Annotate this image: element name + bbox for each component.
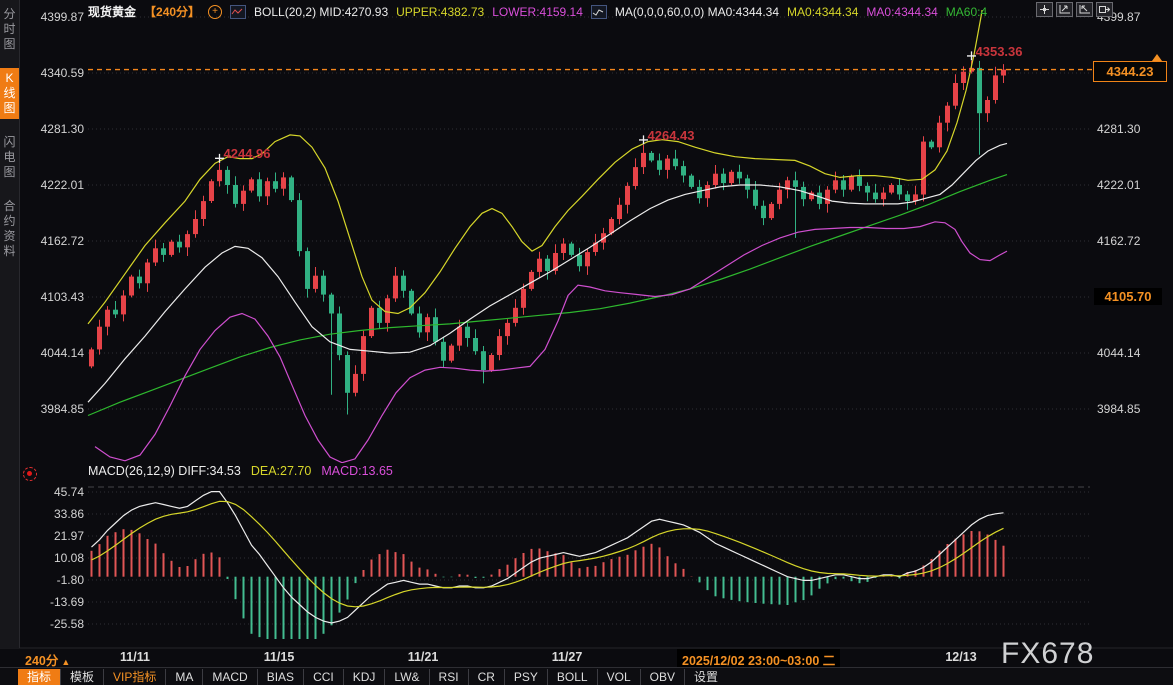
x-axis-date: 11/15: [244, 650, 314, 664]
legend-segment: LOWER:4159.14: [492, 5, 583, 19]
toolbar-button-MA[interactable]: MA: [165, 669, 202, 685]
axis-tick: 4281.30: [18, 121, 84, 137]
axis-tick: -1.80: [18, 572, 84, 588]
x-axis-date: 11/27: [532, 650, 602, 664]
circle-plus-icon[interactable]: +: [208, 5, 222, 19]
legend-segment: UPPER:4382.73: [396, 5, 484, 19]
x-axis-date: 11/11: [100, 650, 170, 664]
legend-segment: MA0:4344.34: [866, 5, 937, 19]
sidebar-item-闪电图[interactable]: 闪电图: [0, 132, 19, 183]
axis-tick: 21.97: [18, 528, 84, 544]
axis-tick: 3984.85: [1097, 401, 1169, 417]
current-price-tag: 4344.23: [1093, 61, 1167, 82]
interval-badge: 【240分】: [144, 3, 200, 20]
sidebar-item-K线图[interactable]: K线图: [0, 68, 19, 119]
chevron-up-icon: ▲: [61, 657, 70, 667]
axis-tick: 4340.59: [18, 65, 84, 81]
axis-tick: 45.74: [18, 484, 84, 500]
watermark: FX678: [1001, 637, 1094, 671]
x-axis-date: 12/13: [926, 650, 996, 664]
legend-segment: MA(0,0,0,60,0,0) MA0:4344.34: [615, 5, 779, 19]
toolbar-button-KDJ[interactable]: KDJ: [343, 669, 385, 685]
sidebar: 分时图 K线图闪电图合约资料: [0, 0, 20, 648]
toolbar-button-BIAS[interactable]: BIAS: [257, 669, 303, 685]
legend-segment: BOLL(20,2) MID:4270.93: [254, 5, 388, 19]
axis-tick: -25.58: [18, 616, 84, 632]
axis-tick: 4044.14: [18, 345, 84, 361]
axis-tick: 10.08: [18, 550, 84, 566]
toolbar-button-RSI[interactable]: RSI: [429, 669, 468, 685]
price-annotation: 4244.96: [224, 146, 271, 161]
legend-segment: MACD:13.65: [321, 464, 393, 478]
toolbar-button-VIP指标[interactable]: VIP指标: [103, 669, 165, 685]
macd-legend: MACD(26,12,9) DIFF:34.53 DEA:27.70 MACD:13…: [88, 464, 393, 478]
boll-legend: BOLL(20,2) MID:4270.93 UPPER:4382.73 LOWER…: [254, 5, 583, 19]
toolbar-button-OBV[interactable]: OBV: [640, 669, 684, 685]
axis-tick: 4162.72: [1097, 233, 1169, 249]
legend-segment: DEA:27.70: [251, 464, 311, 478]
toolbar-button-模板[interactable]: 模板: [60, 669, 103, 685]
axis-tick: 4281.30: [1097, 121, 1169, 137]
axis-tick: 33.86: [18, 506, 84, 522]
legend-segment: MA60:4: [946, 5, 987, 19]
toolbar-button-设置[interactable]: 设置: [684, 669, 727, 685]
toolbar-button-指标[interactable]: 指标: [18, 669, 60, 685]
secondary-price-tag: 4105.70: [1094, 288, 1162, 305]
symbol-name: 现货黄金: [88, 3, 136, 20]
trading-app-window: 分时图 K线图闪电图合约资料 现货黄金 【240分】 + BOLL(20,2) M…: [0, 0, 1173, 685]
export-chart-icon[interactable]: [1096, 2, 1113, 17]
bottom-toolbar: 指标模板VIP指标MAMACDBIASCCIKDJLW&RSICRPSYBOLL…: [0, 667, 1173, 685]
chart-tool-buttons: [1036, 2, 1113, 17]
chart-legend: 现货黄金 【240分】 + BOLL(20,2) MID:4270.93 UPPE…: [88, 3, 987, 20]
axis-tick: 3984.85: [18, 401, 84, 417]
zoom-in-chart-icon[interactable]: [1056, 2, 1073, 17]
legend-segment: MA0:4344.34: [787, 5, 858, 19]
sidebar-item-合约资料[interactable]: 合约资料: [0, 196, 19, 262]
toolbar-button-VOL[interactable]: VOL: [597, 669, 640, 685]
axis-tick: 4044.14: [1097, 345, 1169, 361]
chart-canvas[interactable]: [0, 0, 1173, 685]
crosshair-icon[interactable]: [1036, 2, 1053, 17]
toolbar-button-LW&[interactable]: LW&: [384, 669, 428, 685]
sidebar-item-分时图[interactable]: 分时图: [0, 4, 19, 55]
ma-legend: MA(0,0,0,60,0,0) MA0:4344.34 MA0:4344.34 M…: [615, 5, 987, 19]
axis-tick: 4222.01: [18, 177, 84, 193]
ma-indicator-icon[interactable]: [591, 5, 607, 19]
axis-tick: -13.69: [18, 594, 84, 610]
price-annotation: 4264.43: [648, 128, 695, 143]
axis-tick: 4162.72: [18, 233, 84, 249]
legend-segment: MACD(26,12,9) DIFF:34.53: [88, 464, 241, 478]
price-annotation: 4353.36: [976, 44, 1023, 59]
price-pin-icon[interactable]: [1152, 54, 1162, 61]
toolbar-button-MACD[interactable]: MACD: [202, 669, 256, 685]
axis-tick: 4399.87: [18, 9, 84, 25]
zoom-out-chart-icon[interactable]: [1076, 2, 1093, 17]
toolbar-button-BOLL[interactable]: BOLL: [547, 669, 597, 685]
macd-settings-icon[interactable]: [23, 467, 37, 481]
axis-tick: 4103.43: [18, 289, 84, 305]
toolbar-button-PSY[interactable]: PSY: [504, 669, 547, 685]
toolbar-button-CR[interactable]: CR: [468, 669, 504, 685]
axis-tick: 4222.01: [1097, 177, 1169, 193]
boll-indicator-icon[interactable]: [230, 5, 246, 19]
toolbar-button-CCI[interactable]: CCI: [303, 669, 343, 685]
x-axis-date: 11/21: [388, 650, 458, 664]
